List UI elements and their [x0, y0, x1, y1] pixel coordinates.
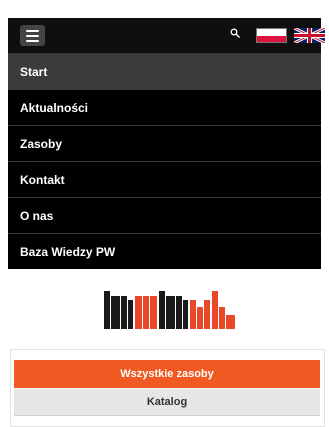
hamburger-menu-icon[interactable] — [20, 25, 45, 46]
menu-line — [26, 39, 39, 42]
nav-item-o-nas[interactable]: O nas — [8, 197, 321, 233]
main-navigation: Start Aktualności Zasoby Kontakt O nas B… — [8, 53, 321, 269]
nav-item-baza-wiedzy[interactable]: Baza Wiedzy PW — [8, 233, 321, 269]
library-logo-icon[interactable] — [104, 291, 238, 329]
resources-panel: Wszystkie zasoby Katalog — [10, 349, 325, 427]
menu-line — [26, 34, 39, 37]
search-icon[interactable] — [230, 28, 241, 39]
flag-uk-icon[interactable] — [294, 28, 325, 43]
tab-all-resources[interactable]: Wszystkie zasoby — [14, 360, 320, 388]
menu-line — [26, 29, 39, 32]
nav-item-zasoby[interactable]: Zasoby — [8, 125, 321, 161]
tab-catalog[interactable]: Katalog — [14, 389, 320, 416]
nav-item-start[interactable]: Start — [8, 53, 321, 89]
nav-item-aktualnosci[interactable]: Aktualności — [8, 89, 321, 125]
top-bar — [8, 18, 325, 53]
flag-pl-icon[interactable] — [256, 28, 287, 43]
nav-item-kontakt[interactable]: Kontakt — [8, 161, 321, 197]
